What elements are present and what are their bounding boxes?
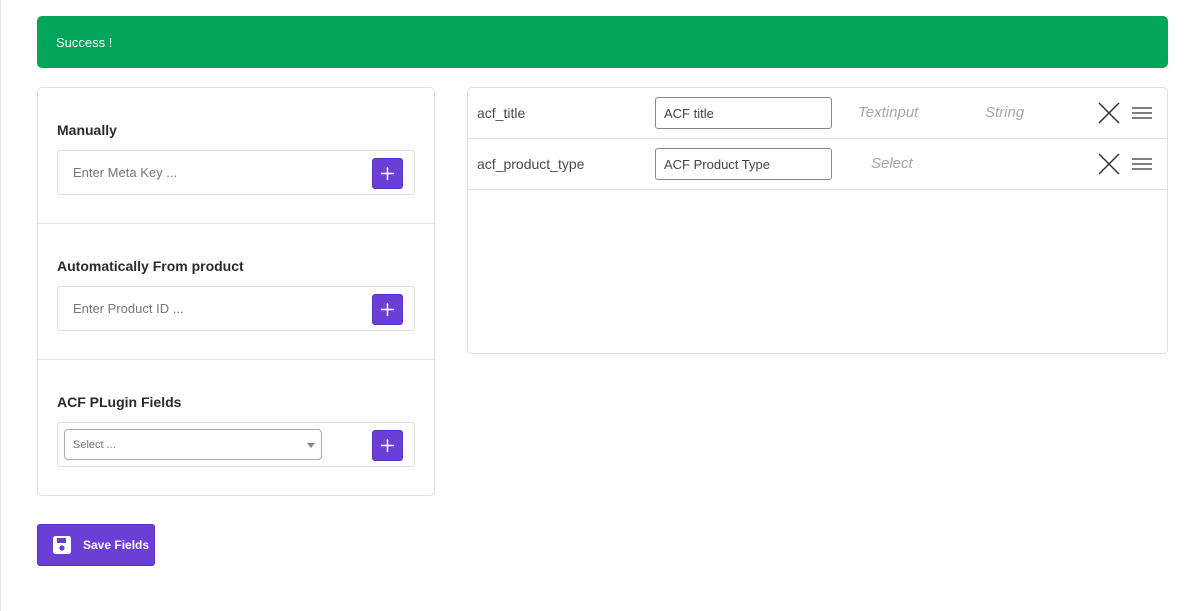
from-product-section: Automatically From product	[38, 224, 434, 360]
alert-message: Success !	[56, 34, 113, 50]
drag-handle-icon[interactable]	[1131, 104, 1153, 122]
meta-source-panel: Manually Automatically From product	[37, 87, 435, 496]
field-type: Select	[871, 155, 913, 172]
meta-key-input-group	[57, 150, 415, 195]
field-label-input[interactable]	[655, 148, 832, 180]
acf-plugin-section: ACF PLugin Fields Select ...	[38, 360, 434, 496]
close-icon[interactable]	[1097, 152, 1121, 176]
plus-icon	[380, 438, 395, 453]
save-fields-button[interactable]: Save Fields	[37, 524, 155, 566]
floppy-disk-icon	[52, 535, 72, 555]
product-id-input[interactable]	[59, 288, 359, 329]
add-meta-key-button[interactable]	[372, 158, 403, 189]
plus-icon	[380, 166, 395, 181]
add-acf-field-button[interactable]	[372, 430, 403, 461]
manual-section: Manually	[38, 88, 434, 224]
chevron-down-icon	[307, 443, 315, 448]
success-alert: Success !	[37, 16, 1168, 68]
acf-field-select[interactable]: Select ...	[64, 429, 322, 460]
acf-select-value: Select ...	[73, 438, 116, 451]
field-datatype: String	[985, 104, 1025, 121]
save-fields-label: Save Fields	[83, 538, 150, 552]
field-row: acf_title Textinput String	[468, 88, 1167, 139]
field-key: acf_title	[477, 105, 526, 121]
mapped-fields-panel: acf_title Textinput String acf_product_t…	[467, 87, 1168, 354]
close-icon[interactable]	[1097, 101, 1121, 125]
field-label-input[interactable]	[655, 97, 832, 129]
plus-icon	[380, 302, 395, 317]
manual-section-title: Manually	[57, 122, 117, 138]
drag-handle-icon[interactable]	[1131, 155, 1153, 173]
product-id-input-group	[57, 286, 415, 331]
from-product-section-title: Automatically From product	[57, 258, 244, 274]
add-product-fields-button[interactable]	[372, 294, 403, 325]
field-type: Textinput	[858, 104, 919, 121]
page-left-border	[0, 0, 1, 611]
acf-plugin-section-title: ACF PLugin Fields	[57, 394, 182, 410]
acf-select-group: Select ...	[57, 422, 415, 467]
field-row: acf_product_type Select	[468, 139, 1167, 190]
meta-key-input[interactable]	[59, 152, 359, 193]
field-key: acf_product_type	[477, 156, 585, 172]
